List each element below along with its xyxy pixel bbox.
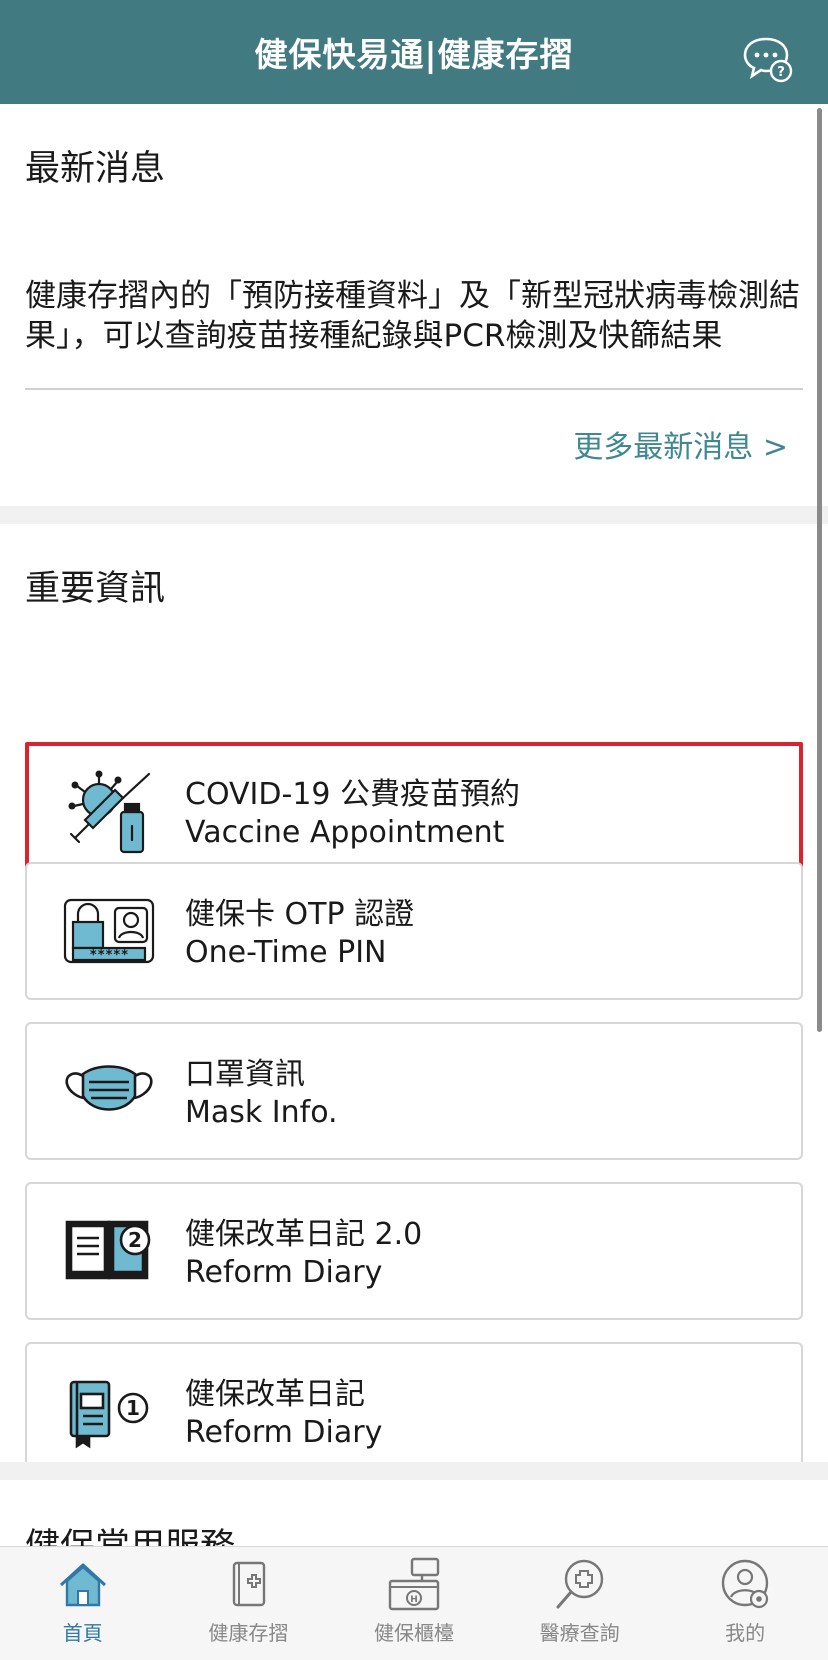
vaccine-icon xyxy=(68,770,151,854)
mask-info-card[interactable]: 口罩資訊 Mask Info. xyxy=(25,1022,803,1160)
health-book-icon xyxy=(233,1561,266,1607)
tab-label: 健康存摺 xyxy=(208,1621,289,1645)
card-title: 健保卡 OTP 認證 xyxy=(185,897,415,932)
tab-label: 首頁 xyxy=(62,1621,103,1645)
svg-text:*****: ***** xyxy=(89,948,128,963)
divider xyxy=(25,388,803,390)
home-icon xyxy=(59,1563,106,1607)
otp-card[interactable]: ***** 健保卡 OTP 認證 One-Time PIN xyxy=(25,862,803,1000)
card-title: COVID-19 公費疫苗預約 xyxy=(185,777,521,812)
tab-profile[interactable]: 我的 xyxy=(662,1547,828,1660)
bottom-tab-bar: 首頁 健康存摺 H 健保櫃檯 醫療查詢 我的 xyxy=(0,1546,828,1660)
medical-search-icon xyxy=(556,1559,603,1609)
chat-help-icon[interactable]: ? xyxy=(742,36,794,84)
section-separator xyxy=(0,506,828,524)
card-subtitle: One-Time PIN xyxy=(185,935,387,970)
otp-lock-icon: ***** xyxy=(63,898,155,964)
card-title: 健保改革日記 2.0 xyxy=(185,1217,423,1252)
diary-1-icon: 1 xyxy=(69,1380,149,1449)
main-content: 最新消息 健康存摺內的「預防接種資料」及「新型冠狀病毒檢測結果」，可以查詢疫苗接… xyxy=(0,104,828,1546)
svg-text:?: ? xyxy=(777,65,785,80)
svg-text:H: H xyxy=(410,1595,418,1605)
vaccine-appointment-card[interactable]: COVID-19 公費疫苗預約 Vaccine Appointment xyxy=(25,742,803,880)
common-services-title: 健保常用服務 xyxy=(25,1518,235,1546)
mask-icon xyxy=(65,1065,153,1111)
tab-label: 醫療查詢 xyxy=(539,1621,620,1645)
news-title: 最新消息 xyxy=(25,149,166,189)
tab-medical-search[interactable]: 醫療查詢 xyxy=(497,1547,663,1660)
svg-text:1: 1 xyxy=(126,1396,140,1420)
app-title: 健保快易通|健康存摺 xyxy=(254,35,574,74)
card-subtitle: Mask Info. xyxy=(185,1095,338,1130)
card-title: 健保改革日記 xyxy=(185,1377,365,1412)
counter-icon: H xyxy=(388,1557,440,1611)
news-section: 最新消息 健康存摺內的「預防接種資料」及「新型冠狀病毒檢測結果」，可以查詢疫苗接… xyxy=(0,104,828,506)
reform-diary-card[interactable]: 1 健保改革日記 Reform Diary xyxy=(25,1342,803,1480)
section-separator xyxy=(0,1462,828,1480)
tab-home[interactable]: 首頁 xyxy=(0,1547,166,1660)
news-item[interactable]: 健康存摺內的「預防接種資料」及「新型冠狀病毒檢測結果」，可以查詢疫苗接種紀錄與P… xyxy=(25,276,805,356)
reform-diary-2-card[interactable]: 2 健保改革日記 2.0 Reform Diary xyxy=(25,1182,803,1320)
tab-label: 我的 xyxy=(725,1621,766,1645)
tab-health-book[interactable]: 健康存摺 xyxy=(166,1547,332,1660)
tab-counter[interactable]: H 健保櫃檯 xyxy=(331,1547,497,1660)
svg-text:2: 2 xyxy=(128,1228,142,1252)
tab-label: 健保櫃檯 xyxy=(373,1621,454,1645)
card-title: 口罩資訊 xyxy=(185,1057,305,1092)
app-header: 健保快易通|健康存摺 ? xyxy=(0,0,828,104)
profile-settings-icon xyxy=(721,1559,769,1609)
card-subtitle: Vaccine Appointment xyxy=(185,815,505,850)
important-section: 重要資訊 COVID-19 公費疫苗預約 Vaccine Appointment… xyxy=(0,524,828,1480)
scrollbar[interactable] xyxy=(817,108,822,1032)
diary-2-icon: 2 xyxy=(65,1220,151,1280)
important-title: 重要資訊 xyxy=(25,569,166,609)
card-subtitle: Reform Diary xyxy=(185,1415,383,1450)
more-news-link[interactable]: 更多最新消息 > xyxy=(573,422,788,466)
card-subtitle: Reform Diary xyxy=(185,1255,383,1290)
